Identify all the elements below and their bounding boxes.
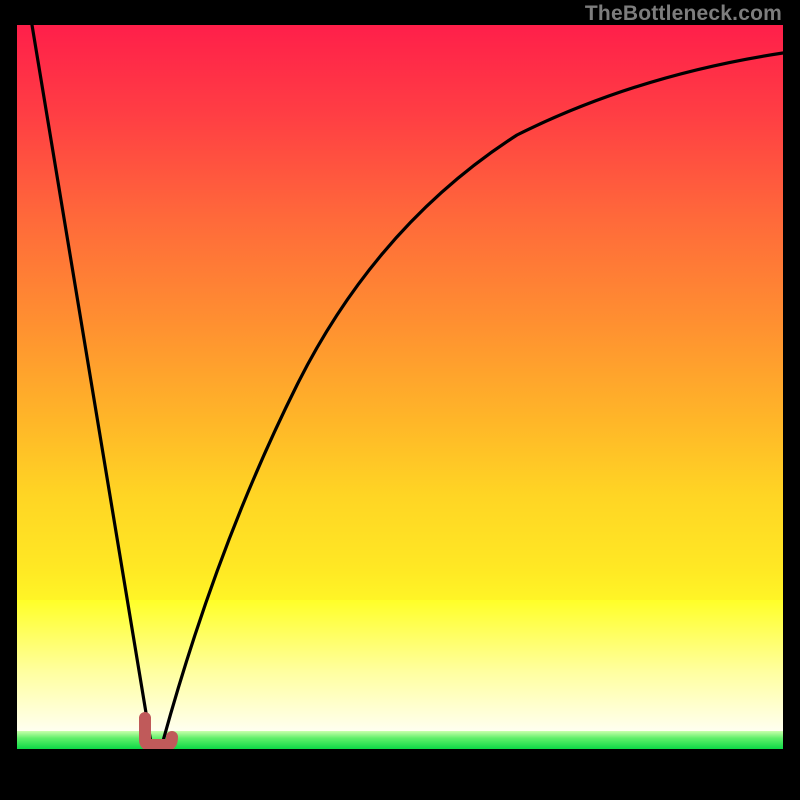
outer-frame: TheBottleneck.com xyxy=(0,0,800,800)
watermark-credit: TheBottleneck.com xyxy=(585,2,782,26)
left-descent-curve xyxy=(32,25,151,743)
right-ascent-curve xyxy=(163,53,783,741)
chart-svg xyxy=(17,25,783,749)
